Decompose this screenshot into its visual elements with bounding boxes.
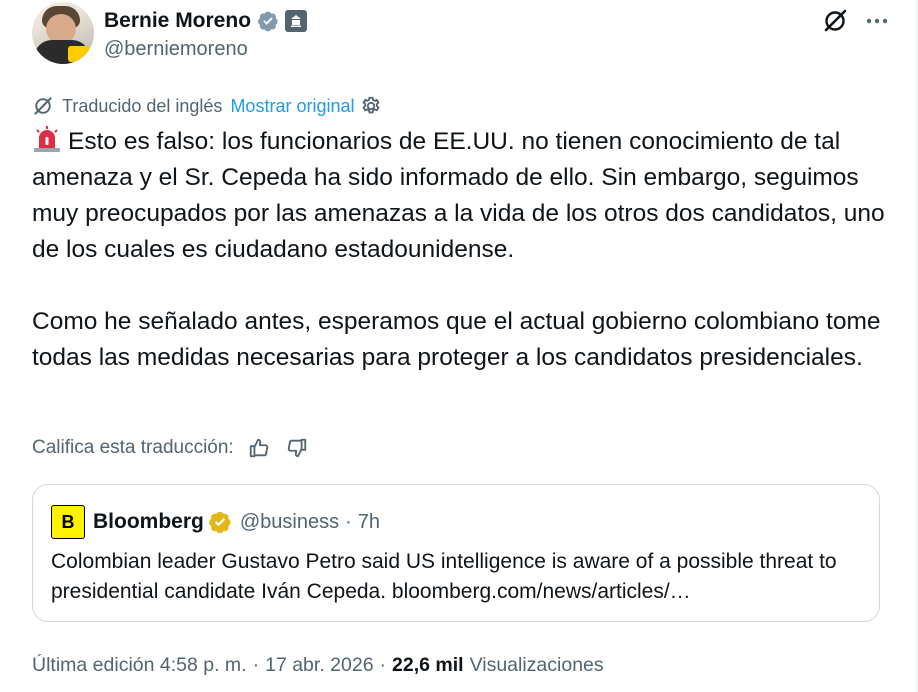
post-text: Esto es falso: los funcionarios de EE.UU… — [32, 124, 892, 376]
more-options-icon[interactable] — [862, 6, 892, 36]
views-label: Visualizaciones — [469, 653, 604, 676]
bloomberg-logo: B — [51, 505, 85, 539]
author-name[interactable]: Bernie Moreno — [104, 9, 251, 33]
author-handle[interactable]: @berniemoreno — [104, 38, 248, 61]
post-header: Bernie Moreno @berniemoreno — [32, 2, 892, 64]
post-paragraph-2: Como he señalado antes, esperamos que el… — [32, 308, 881, 371]
quoted-post[interactable]: B Bloomberg @business · 7h Colombian lea… — [32, 484, 880, 622]
gold-verified-badge-icon — [208, 510, 232, 534]
gear-icon[interactable] — [360, 95, 382, 117]
show-original-link[interactable]: Mostrar original — [230, 96, 354, 117]
rotating-light-icon — [32, 125, 62, 153]
quoted-post-header: B Bloomberg @business · 7h — [51, 505, 380, 539]
rate-translation: Califica esta traducción: — [32, 434, 310, 462]
thumbs-down-icon[interactable] — [284, 435, 310, 461]
post-paragraph: Esto es falso: los funcionarios de EE.UU… — [32, 124, 892, 268]
avatar[interactable] — [32, 2, 94, 64]
last-edited[interactable]: Última edición 4:58 p. m. — [32, 654, 247, 677]
post-footer: Última edición 4:58 p. m. · 17 abr. 2026… — [32, 650, 604, 680]
quoted-post-text: Colombian leader Gustavo Petro said US i… — [51, 550, 837, 603]
footer-separator: · — [252, 653, 260, 676]
gray-verified-badge-icon[interactable] — [257, 10, 279, 32]
rate-translation-label: Califica esta traducción: — [32, 437, 234, 458]
quoted-author-handle: @business — [239, 510, 340, 533]
translate-icon — [32, 95, 54, 117]
quoted-author-name: Bloomberg — [93, 510, 204, 533]
quoted-meta-separator: · — [345, 510, 352, 533]
author-name-row: Bernie Moreno — [104, 6, 308, 36]
footer-separator: · — [379, 653, 387, 676]
post-paragraph-1: Esto es falso: los funcionarios de EE.UU… — [32, 128, 885, 263]
translation-label: Traducido del inglés — [62, 95, 223, 116]
grok-icon[interactable] — [820, 6, 850, 36]
views-count: 22,6 mil — [392, 653, 464, 676]
quoted-post-time: 7h — [357, 510, 381, 533]
translation-notice: Traducido del inglés Mostrar original — [32, 93, 382, 119]
thumbs-up-icon[interactable] — [246, 435, 272, 461]
post-date[interactable]: 17 abr. 2026 — [265, 654, 373, 677]
government-affiliate-icon[interactable] — [285, 10, 308, 32]
header-actions — [820, 6, 892, 36]
